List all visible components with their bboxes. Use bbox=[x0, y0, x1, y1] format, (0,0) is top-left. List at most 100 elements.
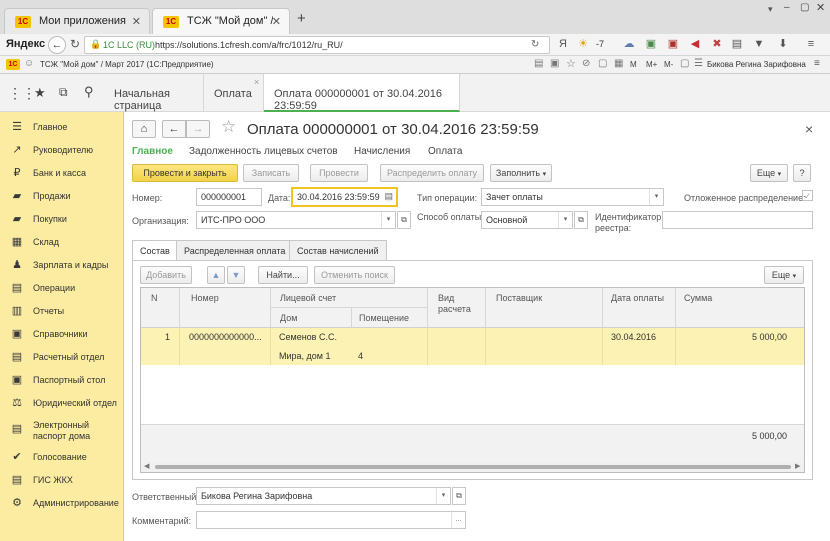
scroll-right-icon[interactable]: ▶ bbox=[795, 462, 800, 470]
tab-distributed-payment[interactable]: Распределенная оплата bbox=[176, 240, 294, 260]
more-button[interactable]: Еще ▾ bbox=[750, 164, 788, 182]
reload-icon[interactable]: ↻ bbox=[70, 37, 80, 51]
operation-type-field[interactable]: Зачет оплаты ▾ bbox=[481, 188, 664, 206]
reload-page-icon[interactable]: ↻ bbox=[531, 39, 539, 50]
sidebar-item[interactable]: ▰ Продажи bbox=[0, 185, 124, 207]
sidebar-item[interactable]: ▣ Паспортный стол bbox=[0, 369, 124, 391]
header-n[interactable]: N bbox=[151, 293, 158, 303]
registry-id-field[interactable] bbox=[662, 211, 813, 229]
table-row[interactable]: 1 0000000000000... Семенов С.С. Мира, до… bbox=[141, 328, 804, 365]
sidebar-item[interactable]: ↗ Руководителю bbox=[0, 139, 124, 161]
tab-close-icon[interactable]: × bbox=[254, 77, 259, 87]
tab-accruals-composition[interactable]: Состав начислений bbox=[289, 240, 387, 260]
dropdown-icon[interactable]: ▾ bbox=[381, 212, 395, 228]
current-user[interactable]: Бикова Регина Зарифовна bbox=[707, 60, 806, 69]
open-link-icon[interactable]: ⧉ bbox=[574, 211, 588, 229]
nav-debt[interactable]: Задолженность лицевых счетов bbox=[189, 146, 338, 157]
yandex-logo[interactable]: Яндекс bbox=[6, 38, 45, 50]
header-supplier[interactable]: Поставщик bbox=[496, 293, 542, 303]
windows-icon[interactable]: ▢ bbox=[680, 58, 689, 69]
sidebar-item[interactable]: ▤ Электронный паспорт дома bbox=[0, 418, 124, 444]
header-premise[interactable]: Помещение bbox=[359, 313, 409, 323]
favorite-icon[interactable]: ☆ bbox=[566, 57, 576, 70]
payment-method-field[interactable]: Основной ▾ bbox=[481, 211, 573, 229]
sidebar-item[interactable]: ▤ Операции bbox=[0, 277, 124, 299]
header-number[interactable]: Номер bbox=[191, 293, 219, 303]
number-field[interactable]: 000000001 bbox=[196, 188, 262, 206]
memory-mminus[interactable]: M- bbox=[664, 60, 673, 69]
save-button[interactable]: Записать bbox=[243, 164, 299, 182]
memory-mplus[interactable]: M+ bbox=[646, 60, 657, 69]
open-link-icon[interactable]: ⧉ bbox=[397, 211, 411, 229]
back-nav-icon[interactable]: ← bbox=[162, 120, 186, 138]
close-form-icon[interactable]: × bbox=[805, 121, 813, 137]
nav-main[interactable]: Главное bbox=[132, 146, 173, 157]
move-down-button[interactable]: ▼ bbox=[227, 266, 245, 284]
header-date[interactable]: Дата оплаты bbox=[611, 293, 664, 303]
tab-composition[interactable]: Состав bbox=[132, 240, 178, 261]
header-calc-type-1[interactable]: Вид bbox=[438, 293, 454, 303]
window-close-icon[interactable]: ✕ bbox=[816, 1, 825, 14]
back-icon[interactable]: ← bbox=[48, 36, 66, 54]
cloud-icon[interactable]: ☁ bbox=[622, 37, 636, 51]
protect-icon[interactable]: ▼ bbox=[752, 37, 766, 51]
sidebar-item[interactable]: ▦ Склад bbox=[0, 231, 124, 253]
tab-list-icon[interactable]: ▾ bbox=[768, 4, 773, 15]
minimize-icon[interactable]: – bbox=[784, 2, 790, 13]
memory-m[interactable]: M bbox=[630, 60, 637, 69]
deferred-checkbox[interactable]: ✓ bbox=[802, 190, 813, 201]
sound-icon[interactable]: ◀ bbox=[688, 37, 702, 51]
more-options-icon[interactable]: ... bbox=[451, 512, 465, 528]
forward-nav-icon[interactable]: → bbox=[186, 120, 210, 138]
nav-payment[interactable]: Оплата bbox=[428, 146, 462, 157]
dropdown-icon[interactable]: ▾ bbox=[649, 189, 663, 205]
client-menu-icon[interactable]: ≡ bbox=[814, 58, 820, 69]
open-link-icon[interactable]: ⧉ bbox=[452, 487, 466, 505]
calendar-icon[interactable]: ▤ bbox=[384, 191, 393, 202]
dropdown-icon[interactable]: ▾ bbox=[436, 488, 450, 504]
bell-icon[interactable]: ▢ bbox=[598, 58, 607, 69]
post-button[interactable]: Провести bbox=[310, 164, 368, 182]
scroll-left-icon[interactable]: ◀ bbox=[144, 462, 149, 470]
notes-icon[interactable]: ▣ bbox=[666, 37, 680, 51]
favorite-star-icon[interactable]: ☆ bbox=[221, 117, 236, 137]
sidebar-item[interactable]: ✔ Голосование bbox=[0, 446, 124, 468]
distribute-payment-button[interactable]: Распределить оплату bbox=[380, 164, 484, 182]
nav-accruals[interactable]: Начисления bbox=[354, 146, 410, 157]
date-field[interactable]: 30.04.2016 23:59:59 ▤ bbox=[291, 187, 398, 207]
weather-icon[interactable]: ☀ bbox=[576, 37, 590, 51]
scrollbar-thumb[interactable] bbox=[155, 465, 791, 469]
bookmarks-icon[interactable]: ▣ bbox=[644, 37, 658, 51]
tab-payment-document[interactable]: Оплата 000000001 от 30.04.2016 23:59:59 bbox=[264, 74, 460, 112]
sidebar-item[interactable]: ▰ Покупки bbox=[0, 208, 124, 230]
table-more-button[interactable]: Еще ▾ bbox=[764, 266, 804, 284]
header-calc-type-2[interactable]: расчета bbox=[438, 304, 471, 314]
browser-tab-apps[interactable]: 1С Мои приложения ✕ bbox=[4, 8, 150, 34]
extension-icon[interactable]: ✖ bbox=[710, 37, 724, 51]
move-up-button[interactable]: ▲ bbox=[207, 266, 225, 284]
help-button[interactable]: ? bbox=[793, 164, 811, 182]
browser-tab-active[interactable]: 1С ТСЖ "Мой дом" / Март 2... ✕ bbox=[152, 8, 290, 34]
star-icon[interactable]: ★ bbox=[34, 85, 46, 101]
close-tab-icon[interactable]: ✕ bbox=[272, 15, 281, 28]
print-icon[interactable]: ▤ bbox=[534, 58, 543, 69]
browser-menu-icon[interactable]: ≡ bbox=[804, 37, 818, 51]
calc-icon[interactable]: ▦ bbox=[614, 58, 623, 69]
comment-field[interactable]: ... bbox=[196, 511, 466, 529]
search-icon[interactable]: ⚲ bbox=[84, 84, 94, 100]
ext2-icon[interactable]: ▤ bbox=[730, 37, 744, 51]
organization-field[interactable]: ИТС-ПРО ООО ▾ bbox=[196, 211, 396, 229]
tab-payments[interactable]: Оплата × bbox=[204, 74, 264, 112]
link-icon[interactable]: ⊘ bbox=[582, 58, 590, 69]
apps-grid-icon[interactable]: ⋮⋮ bbox=[8, 85, 36, 102]
sidebar-item[interactable]: ▣ Справочники bbox=[0, 323, 124, 345]
header-account[interactable]: Лицевой счет bbox=[280, 293, 336, 303]
sidebar-item[interactable]: ⚙ Администрирование bbox=[0, 492, 124, 514]
history-list-icon[interactable]: ⧉ bbox=[59, 85, 68, 100]
sidebar-item[interactable]: ♟ Зарплата и кадры bbox=[0, 254, 124, 276]
cancel-search-button[interactable]: Отменить поиск bbox=[314, 266, 395, 284]
sidebar-item[interactable]: ▤ Расчетный отдел bbox=[0, 346, 124, 368]
new-tab-button[interactable]: + bbox=[297, 10, 306, 27]
post-and-close-button[interactable]: Провести и закрыть bbox=[132, 164, 238, 182]
history-icon[interactable]: ☺ bbox=[24, 58, 34, 69]
